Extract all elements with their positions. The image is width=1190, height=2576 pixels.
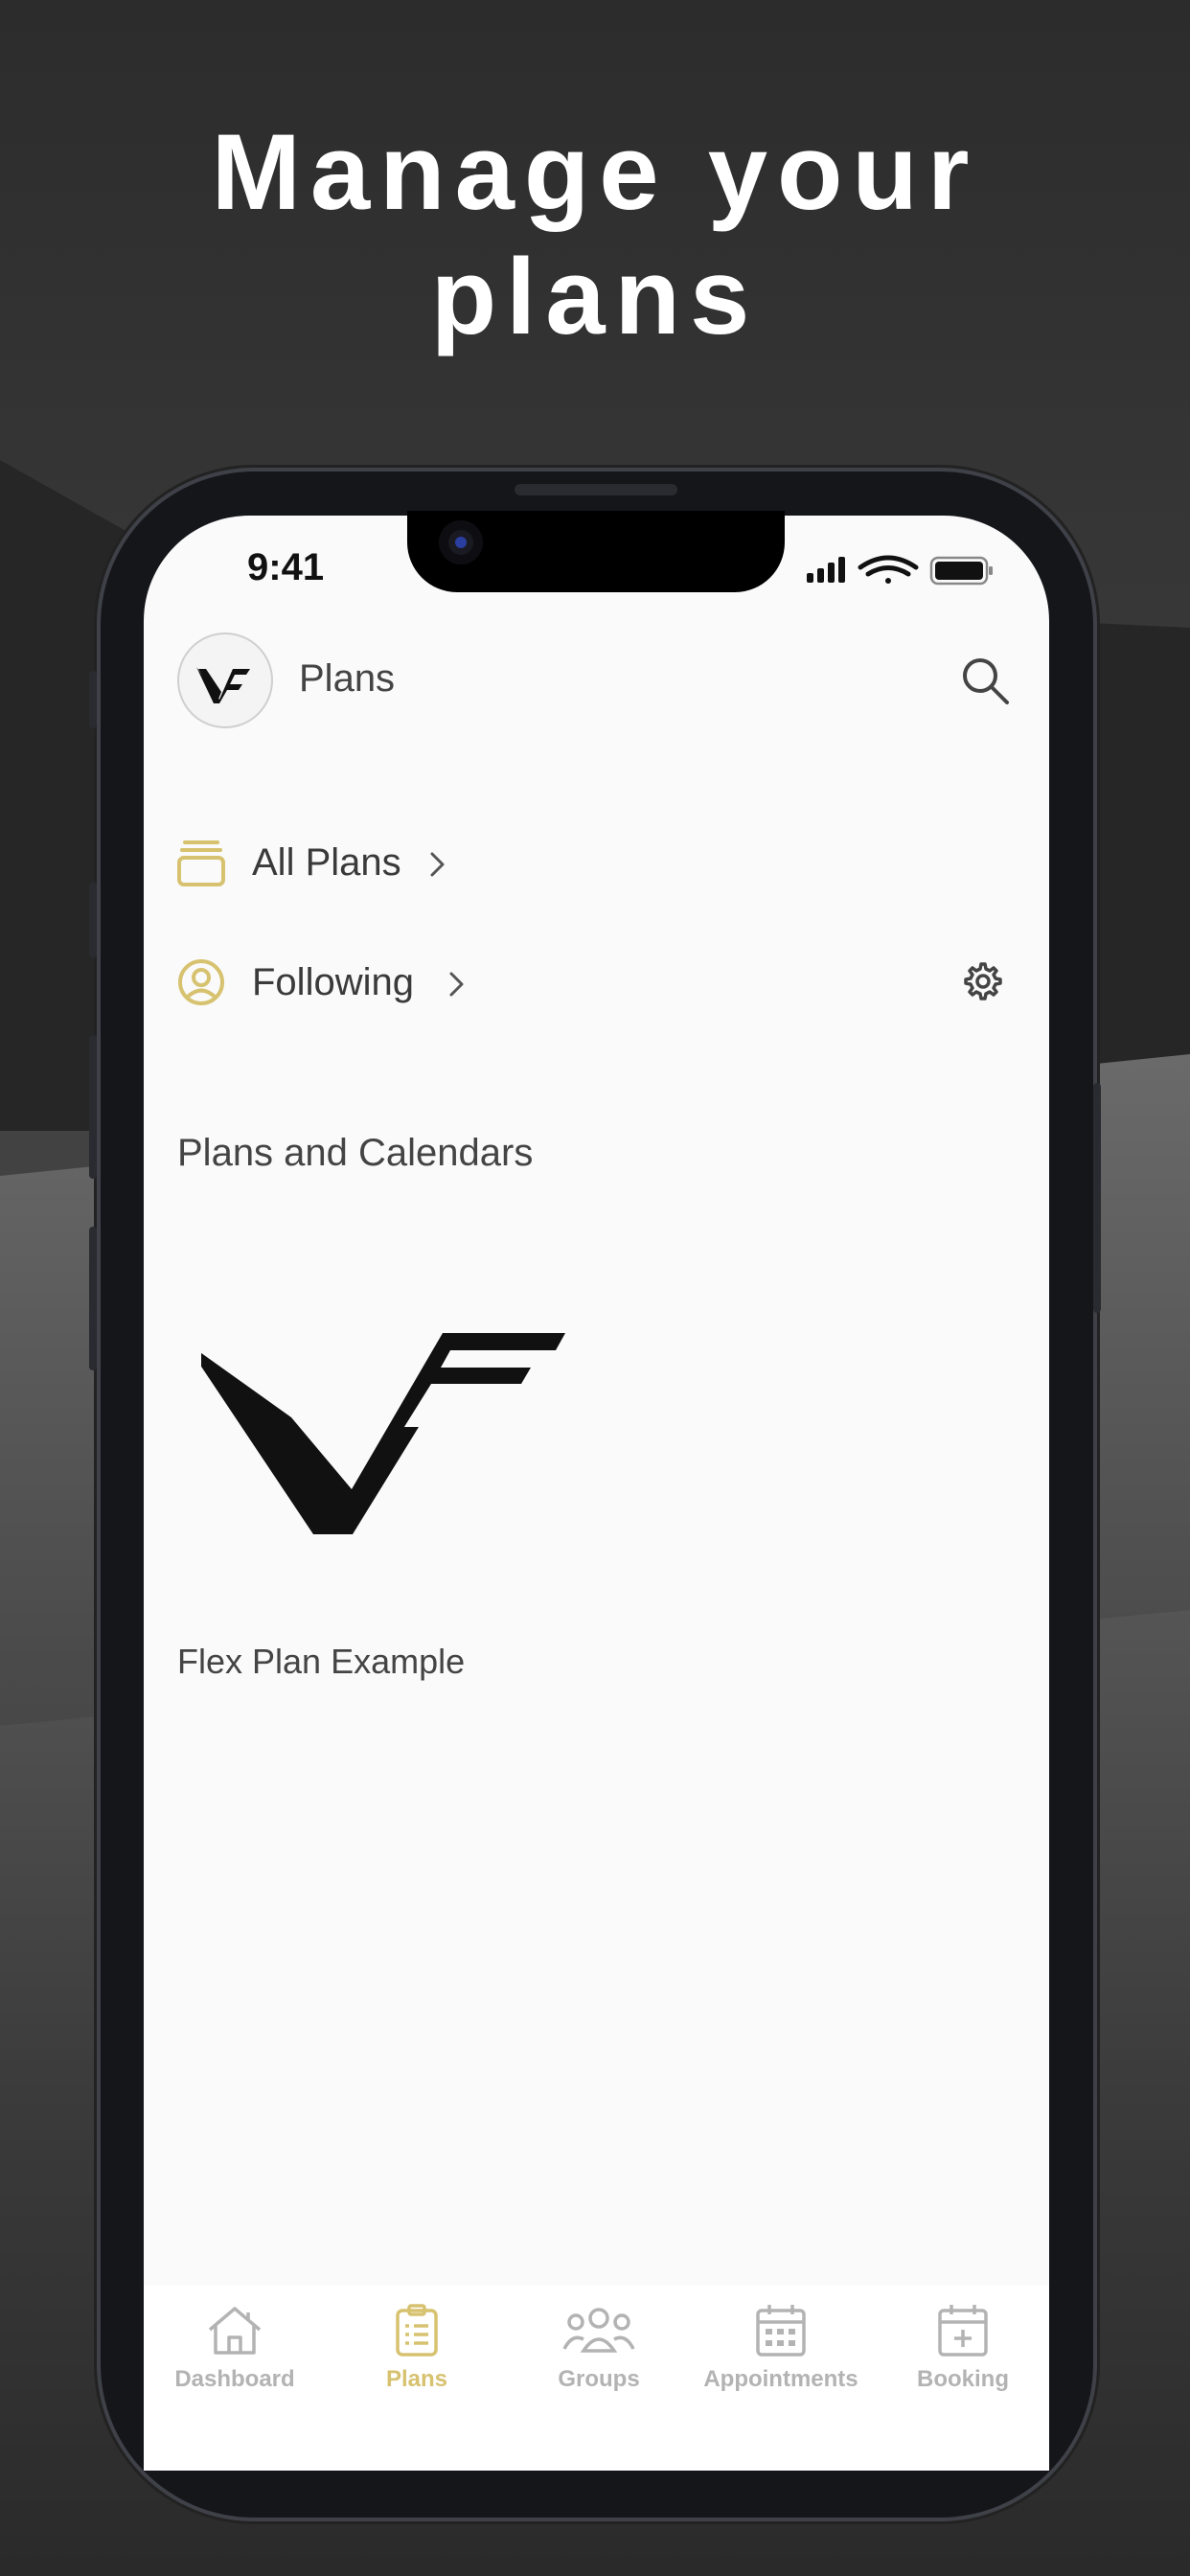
tab-label: Dashboard [174,2366,295,2392]
all-plans-row[interactable]: All Plans [177,834,484,891]
status-icons [807,555,993,586]
page-title: Plans [299,657,396,700]
tab-label: Booking [917,2366,1009,2392]
tab-booking[interactable]: Booking [872,2303,1054,2393]
clipboard-icon [396,2304,438,2357]
front-camera [439,520,483,564]
phone-speaker [515,484,677,495]
following-label: Following [252,961,414,1003]
vf-logo-icon [196,667,250,703]
group-icon [562,2308,635,2353]
plan-card[interactable]: Flex Plan Example [177,1265,599,1687]
user-circle-icon [178,959,224,1005]
headline-line-2: plans [430,237,760,356]
tab-label: Groups [558,2366,640,2392]
section-title: Plans and Calendars [177,1132,534,1174]
following-row[interactable]: Following [177,954,484,1011]
tab-dashboard[interactable]: Dashboard [144,2303,326,2393]
phone-side-button [89,1035,97,1179]
tab-label: Appointments [703,2366,858,2392]
tab-appointments[interactable]: Appointments [690,2303,872,2393]
phone-side-button [89,671,97,728]
all-plans-label: All Plans [252,841,401,884]
marketing-headline: Manage your plans [0,110,1190,359]
chevron-right-icon [430,852,445,877]
vf-logo-icon [201,1333,565,1534]
home-icon [208,2307,262,2355]
status-time: 9:41 [247,546,325,588]
tab-groups[interactable]: Groups [508,2303,690,2393]
phone-side-button [89,882,97,958]
chevron-right-icon [449,972,464,997]
avatar[interactable] [177,632,273,728]
phone-side-button [89,1227,97,1370]
stack-icon [177,840,225,886]
phone-side-button [1093,1083,1101,1313]
headline-line-1: Manage your [211,112,979,232]
wifi-icon [858,555,919,584]
gear-icon[interactable] [962,960,1004,1002]
plan-name: Flex Plan Example [177,1642,466,1681]
tab-plans[interactable]: Plans [326,2303,508,2393]
tab-label: Plans [385,2366,448,2392]
battery-icon [929,556,993,586]
tab-bar: Dashboard Plans Groups Appointments Book… [144,2286,1049,2471]
calendar-plus-icon [938,2305,988,2357]
calendar-icon [756,2305,806,2357]
search-icon[interactable] [958,654,1012,707]
cellular-signal-icon [807,557,845,583]
